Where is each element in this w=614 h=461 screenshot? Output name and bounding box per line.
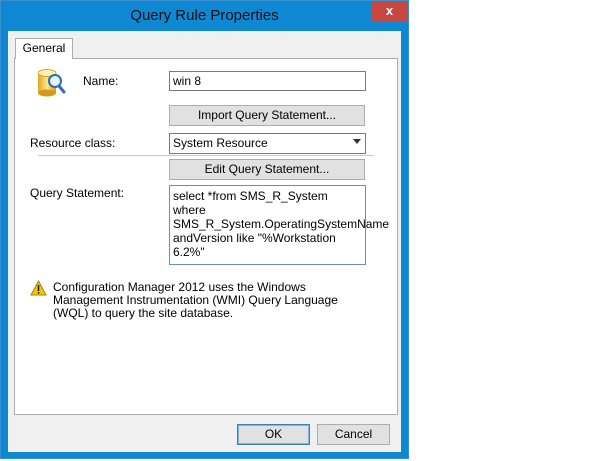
resource-class-label: Resource class: — [30, 136, 116, 150]
close-icon: x — [385, 3, 394, 18]
resource-class-selected-value: System Resource — [173, 136, 268, 150]
dialog-body: General Name: win 8 Import Query Stateme… — [8, 31, 401, 452]
close-button[interactable]: x — [371, 1, 408, 21]
general-tab-panel: Name: win 8 Import Query Statement... Re… — [14, 58, 398, 415]
name-field[interactable]: win 8 — [169, 71, 366, 91]
resource-class-dropdown[interactable]: System Resource — [169, 133, 366, 154]
tab-general[interactable]: General — [15, 38, 73, 59]
warning-icon — [30, 280, 47, 296]
query-icon — [37, 69, 66, 97]
name-label: Name: — [83, 74, 119, 88]
import-query-statement-button[interactable]: Import Query Statement... — [169, 105, 365, 126]
title-bar[interactable]: Query Rule Properties x — [1, 1, 408, 31]
cancel-button[interactable]: Cancel — [317, 424, 390, 445]
window-title: Query Rule Properties — [130, 7, 279, 24]
query-statement-textarea[interactable]: select *from SMS_R_System where SMS_R_Sy… — [169, 185, 389, 265]
query-statement-label: Query Statement: — [30, 186, 125, 200]
edit-query-statement-button[interactable]: Edit Query Statement... — [169, 159, 365, 180]
wql-info-message: Configuration Manager 2012 uses the Wind… — [53, 280, 338, 320]
chevron-down-icon[interactable] — [353, 139, 361, 144]
header-divider — [38, 155, 374, 156]
query-rule-properties-dialog: Query Rule Properties x General Name: wi… — [0, 0, 409, 459]
ok-button[interactable]: OK — [237, 424, 310, 445]
